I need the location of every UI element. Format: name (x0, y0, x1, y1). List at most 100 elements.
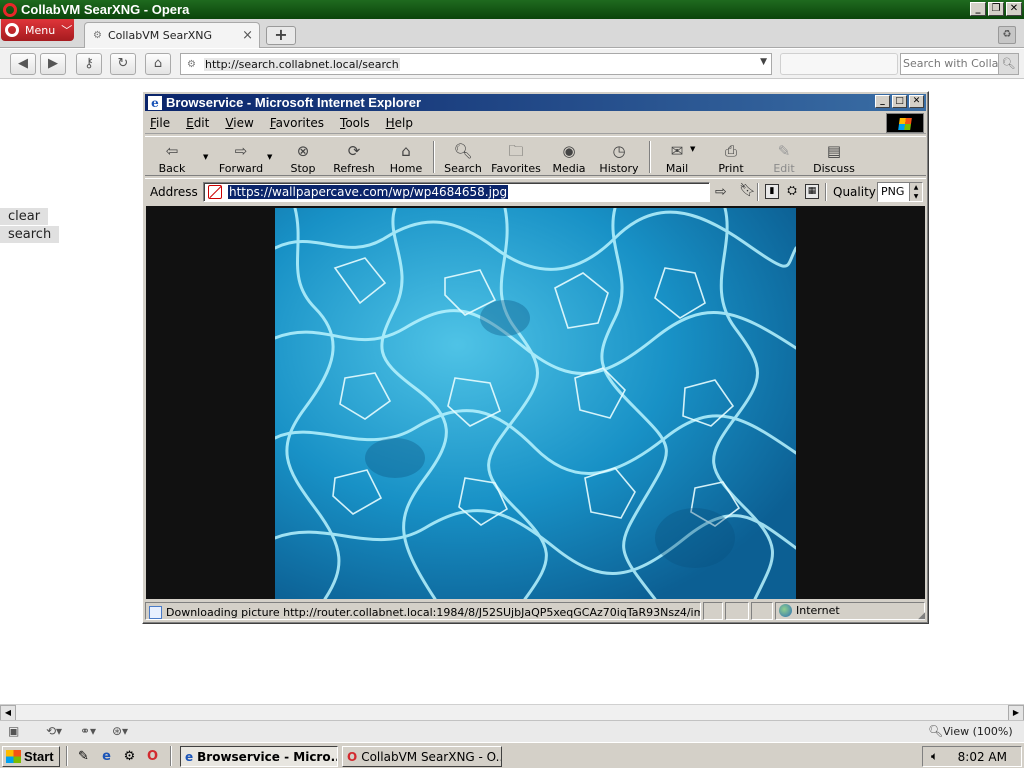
ie-favorites-button[interactable]: 🗀 Favorites (491, 139, 541, 175)
ie-window-title: Browservice - Microsoft Internet Explore… (166, 95, 422, 110)
ie-stop-label: Stop (290, 162, 316, 175)
binoculars-icon[interactable]: ⛭ (785, 184, 799, 199)
show-desktop-icon[interactable]: ✎ (75, 748, 92, 765)
ie-back-label: Back (158, 162, 186, 175)
menu-help[interactable]: Help (386, 116, 413, 130)
printer-icon: ⎙ (724, 142, 737, 160)
menu-favorites[interactable]: Favorites (270, 116, 324, 130)
search-button[interactable]: search (0, 226, 60, 243)
ie-back-button[interactable]: ⇦ Back (153, 139, 191, 175)
status-segment (751, 602, 773, 620)
forward-button[interactable]: ▶ (40, 53, 66, 75)
quality-label: Quality (833, 185, 876, 199)
arrow-left-icon: ◀ (18, 56, 28, 71)
ie-refresh-button[interactable]: ⟳ Refresh (331, 139, 377, 175)
clear-button[interactable]: clear (0, 208, 49, 225)
ie-history-label: History (599, 162, 639, 175)
reader-icon[interactable]: ▮ (765, 184, 779, 199)
search-icon[interactable]: 🔍︎ (998, 54, 1018, 74)
ie-print-button[interactable]: ⎙ Print (713, 139, 749, 175)
opera-menu-label: Menu (25, 23, 56, 37)
opera-title-bar: CollabVM SearXNG - Opera _ ❐ ✕ (0, 0, 1024, 19)
tab-close-icon[interactable]: × (242, 28, 253, 43)
opera-search-field[interactable]: Search with Collab 🔍︎ (900, 53, 1019, 75)
history-icon: ◷ (612, 142, 626, 160)
ie-forward-button[interactable]: ⇨ Forward (215, 139, 267, 175)
horizontal-scrollbar[interactable]: ◀ ▶ (0, 704, 1024, 721)
opera-menu-button[interactable]: Menu ﹀ (1, 19, 74, 41)
system-tray: 🔈︎ 8:02 AM (922, 746, 1022, 767)
url-dropdown-icon[interactable]: ▼ (760, 57, 767, 67)
ie-window-controls: _ □ ✕ (875, 95, 924, 108)
home-button[interactable]: ⌂ (145, 53, 171, 75)
taskbar-separator (170, 746, 172, 766)
ie-favorites-label: Favorites (491, 162, 541, 175)
quality-select[interactable]: PNG ▲ ▼ (877, 182, 923, 202)
extensions-icon[interactable]: ⊛▾ (112, 724, 128, 738)
ie-address-bar: Address https://wallpapercave.com/wp/wp4… (145, 178, 926, 204)
ie-search-button[interactable]: 🔍︎ Search (443, 139, 483, 175)
task-opera[interactable]: O CollabVM SearXNG - O... (342, 746, 502, 767)
tab-title: CollabVM SearXNG (107, 29, 213, 42)
bookmark-icon[interactable]: 🔖︎ (739, 183, 756, 198)
task-browservice-label: Browservice - Micro... (197, 749, 338, 764)
wand-button[interactable]: ⚷ (76, 53, 102, 75)
ie-address-input[interactable]: https://wallpapercave.com/wp/wp4684658.j… (203, 182, 710, 202)
zoom-label[interactable]: View (100%) (943, 725, 1013, 738)
start-button[interactable]: Start (2, 746, 60, 767)
ie-quicklaunch-icon[interactable]: e (98, 748, 115, 765)
forward-dropdown-icon[interactable]: ▼ (267, 153, 272, 161)
quality-spinner-icon[interactable]: ▲ ▼ (909, 183, 922, 201)
ie-stop-button[interactable]: ⊗ Stop (285, 139, 321, 175)
turbo-icon[interactable]: ⟲▾ (46, 724, 62, 738)
opera-quicklaunch-icon[interactable]: O (144, 748, 161, 765)
go-arrow-icon[interactable]: ⇨ (715, 184, 727, 200)
menu-view[interactable]: View (225, 116, 253, 130)
ie-home-button[interactable]: ⌂ Home (387, 139, 425, 175)
back-dropdown-icon[interactable]: ▼ (203, 153, 208, 161)
windows-taskbar: Start ✎ e ⚙ O e Browservice - Micro... O… (0, 742, 1024, 768)
ie-discuss-button[interactable]: ▤ Discuss (813, 139, 855, 175)
ie-maximize-button[interactable]: □ (892, 95, 907, 108)
water-pattern-svg (275, 208, 796, 599)
tab-collabvm-searxng[interactable]: ⚙ CollabVM SearXNG × (84, 22, 260, 48)
zoom-icon[interactable]: 🔍︎ (928, 724, 943, 738)
new-tab-button[interactable]: + (266, 26, 296, 45)
menu-file[interactable]: File (150, 116, 170, 130)
share-icon[interactable]: ⚭▾ (80, 724, 96, 738)
opera-address-field[interactable]: ⚙ http://search.collabnet.local/search ▼ (180, 53, 772, 75)
clipboard-icon[interactable]: ▦ (805, 184, 819, 199)
tray-volume-icon[interactable]: 🔈︎ (931, 749, 938, 764)
network-icon[interactable]: ⚙ (121, 748, 138, 765)
minimize-button[interactable]: _ (970, 2, 986, 16)
ie-media-button[interactable]: ◉ Media (549, 139, 589, 175)
ie-search-label: Search (444, 162, 482, 175)
scroll-right-icon[interactable]: ▶ (1008, 705, 1024, 721)
ie-minimize-button[interactable]: _ (875, 95, 890, 108)
close-button[interactable]: ✕ (1006, 2, 1022, 16)
back-button[interactable]: ◀ (10, 53, 36, 75)
broken-page-icon (208, 185, 222, 199)
mail-icon: ✉ (670, 142, 684, 160)
ie-close-button[interactable]: ✕ (909, 95, 924, 108)
menu-tools[interactable]: Tools (340, 116, 370, 130)
media-icon: ◉ (562, 142, 576, 160)
menu-edit[interactable]: Edit (186, 116, 209, 130)
panel-toggle-icon[interactable]: ▣ (8, 724, 19, 738)
key-icon: ⚷ (84, 56, 94, 71)
favorites-folder-icon: 🗀 (508, 142, 524, 160)
scroll-left-icon[interactable]: ◀ (0, 705, 16, 721)
tray-clock[interactable]: 8:02 AM (958, 750, 1007, 764)
restore-button[interactable]: ❐ (988, 2, 1004, 16)
task-browservice[interactable]: e Browservice - Micro... (180, 746, 338, 767)
ie-page-viewport[interactable] (146, 206, 925, 599)
reload-icon: ↻ (117, 56, 129, 71)
opera-logo-icon (5, 23, 19, 37)
home-icon: ⌂ (401, 142, 411, 160)
windows-flag-icon (886, 113, 924, 133)
mail-dropdown-icon[interactable]: ▼ (690, 145, 695, 153)
reload-button[interactable]: ↻ (110, 53, 136, 75)
resize-grip-icon[interactable]: ◢ (918, 611, 925, 621)
trash-icon[interactable]: ♻ (998, 26, 1016, 44)
ie-history-button[interactable]: ◷ History (597, 139, 641, 175)
